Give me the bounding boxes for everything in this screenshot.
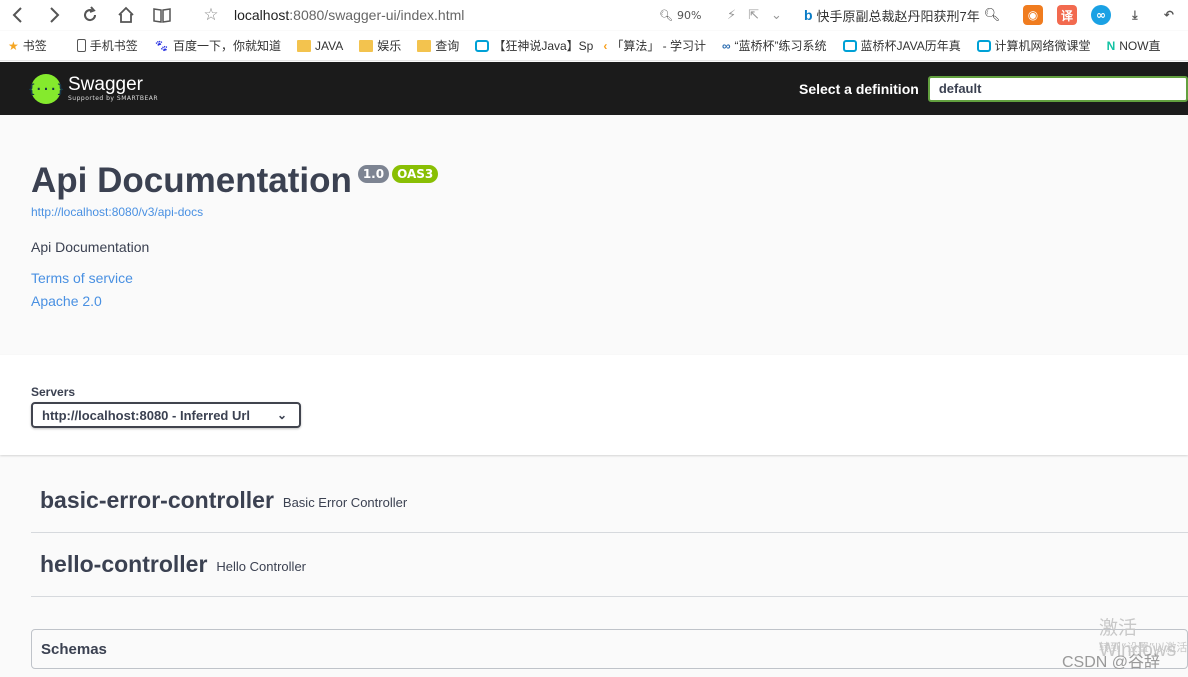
bilibili-icon [475,39,490,52]
tag-section-hello-controller[interactable]: hello-controller Hello Controller [31,533,1188,597]
definition-selector: Select a definition default [799,62,1188,115]
api-docs-link[interactable]: http://localhost:8080/v3/api-docs [31,205,203,219]
bookmark-item[interactable]: 🐾︎ 百度一下，你就知道 [154,37,289,54]
forward-button[interactable] [36,0,72,30]
book-icon [153,8,171,23]
folder-icon [417,39,432,52]
browser-address-bar: ☆ localhost:8080/swagger-ui/index.html 🔍… [0,0,1188,30]
zoom-value: 90% [676,8,702,22]
undo-icon[interactable]: ↶ [1159,5,1179,25]
tag-name: hello-controller [40,551,208,577]
address-input[interactable]: localhost:8080/swagger-ui/index.html [234,7,654,23]
zoom-indicator[interactable]: 🔍︎ 90% [659,9,719,22]
license-link[interactable]: Apache 2.0 [31,293,102,309]
chevron-down-icon: ⌄ [276,408,287,422]
bilibili-icon [976,39,991,52]
leetcode-icon: ‹ [603,38,608,53]
servers-selected-value: http://localhost:8080 - Inferred Url [42,407,251,423]
swagger-logo[interactable]: {···} Swagger Supported by SMARTBEAR [28,73,159,104]
url-path: :8080/swagger-ui/index.html [289,7,465,23]
download-icon[interactable]: ⤓ [1125,5,1145,25]
oas-badge: OAS3 [392,165,439,183]
zoom-icon: 🔍︎ [659,8,673,22]
game-icon[interactable]: ◉ [1022,5,1043,25]
folder-icon [297,39,312,52]
servers-select[interactable]: http://localhost:8080 - Inferred Url ⌄ [31,402,301,428]
bookmark-item[interactable]: ★ 书签 [8,37,55,54]
logo-subtext: Supported by SMARTBEAR [68,95,159,102]
bookmark-item[interactable]: ‹ 「算法」 - 学习计 [603,37,714,54]
folder-icon [359,39,374,52]
home-icon [118,6,134,23]
servers-section: Servers http://localhost:8080 - Inferred… [0,355,1188,455]
logo-text: Swagger [68,74,143,95]
search-text: 快手原副总裁赵丹阳获刑7年 [816,8,980,24]
share-icon[interactable]: ⇱ [748,8,759,23]
schemas-title: Schemas [41,640,107,658]
swagger-topbar: {···} Swagger Supported by SMARTBEAR Sel… [0,62,1188,115]
select-definition-label: Select a definition [799,80,919,97]
back-arrow-icon [12,7,22,23]
bookmark-item[interactable]: 查询 [417,37,467,54]
servers-label: Servers [31,385,76,399]
bookmark-item[interactable]: 手机书签 [76,37,146,54]
definition-select[interactable]: default [927,75,1188,102]
version-badge: 1.0 [357,165,390,183]
csdn-watermark: CSDN @谷辞 [1062,654,1161,671]
bookmark-item[interactable]: ∞ “蓝桥杯”练习系统 [722,37,835,54]
tag-description: Basic Error Controller [282,495,408,510]
swagger-logo-icon: {···} [28,73,64,104]
search-box[interactable]: b 快手原副总裁赵丹阳获刑7年 🔍︎ [804,6,1009,25]
reload-icon [84,6,97,22]
bookmark-item[interactable]: 【狂神说Java】Sp [475,37,595,54]
now-icon: N [1106,38,1116,53]
bookmark-star-icon[interactable]: ☆ [196,5,226,25]
lightning-icon[interactable]: ⚡︎ [727,8,736,23]
forward-arrow-icon [50,7,60,23]
schemas-section[interactable]: Schemas [31,629,1188,669]
bookmark-item[interactable]: 娱乐 [359,37,409,54]
bookmark-item[interactable]: N NOW直 [1107,37,1169,54]
search-icon[interactable]: 🔍︎ [984,7,1001,23]
bookmarks-bar: ★ 书签 手机书签 🐾︎ 百度一下，你就知道 JAVA 娱乐 查询 【狂神说Java… [0,31,1188,61]
bookmark-item[interactable]: JAVA [297,39,351,53]
lanqiao-icon: ∞ [721,38,731,53]
terms-of-service-link[interactable]: Terms of service [31,270,133,286]
phone-icon [76,39,86,52]
page-title: Api Documentation [31,161,352,200]
reader-button[interactable] [144,0,180,30]
tag-description: Hello Controller [216,559,306,574]
reload-button[interactable] [72,0,108,30]
url-host: localhost [234,7,290,23]
baidu-icon: 🐾︎ [153,38,170,53]
api-info-section: Api Documentation 1.0 OAS3 http://localh… [0,115,1188,355]
bookmark-item[interactable]: 蓝桥杯JAVA历年真 [842,37,969,54]
bookmark-item[interactable]: 计算机网络微课堂 [976,37,1099,54]
tag-name: basic-error-controller [40,487,274,513]
bilibili-icon [842,39,857,52]
tag-section-basic-error-controller[interactable]: basic-error-controller Basic Error Contr… [31,469,1188,533]
star-icon: ★ [8,38,19,53]
chevron-down-icon[interactable]: ⌄ [771,8,782,23]
translate-icon[interactable]: 译 [1056,5,1077,25]
api-description: Api Documentation [31,239,150,255]
home-button[interactable] [108,0,144,30]
infinity-icon[interactable]: ∞ [1090,5,1111,25]
bing-icon: b [803,7,813,23]
back-button[interactable] [0,0,36,30]
